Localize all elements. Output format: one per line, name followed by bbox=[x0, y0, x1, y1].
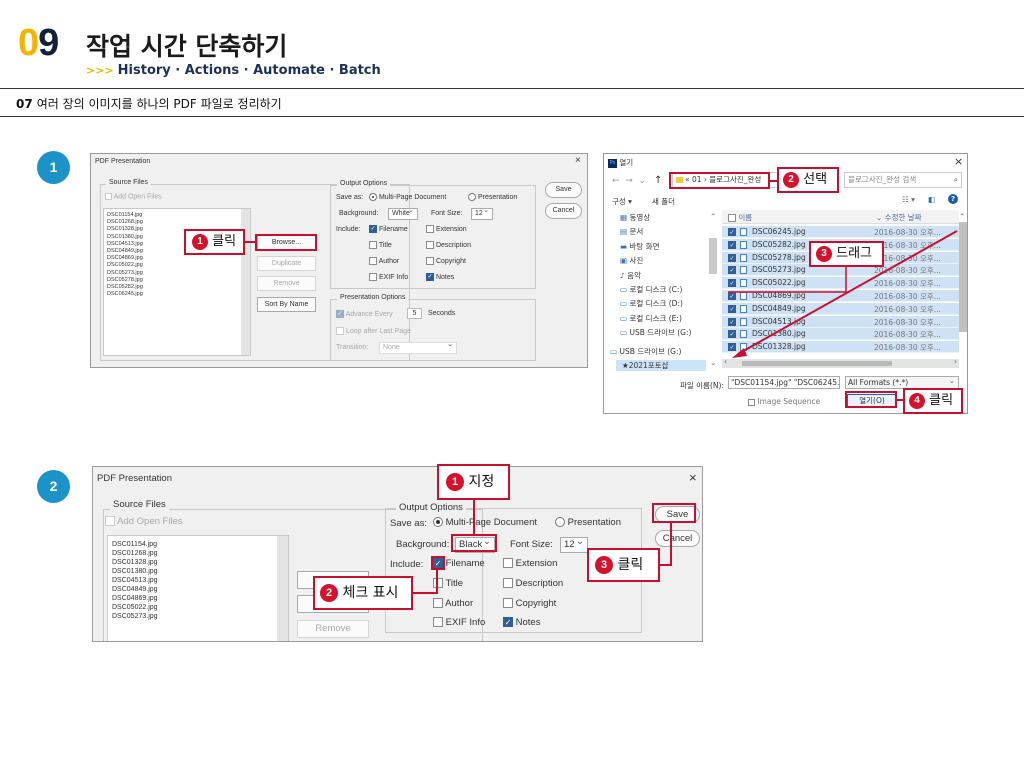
exif-checkbox[interactable]: EXIF Info bbox=[433, 617, 485, 628]
file-list-item[interactable]: DSC04869.jpg bbox=[112, 594, 284, 603]
cancel-button[interactable]: Cancel bbox=[655, 530, 700, 547]
source-file-list[interactable]: DSC01154.jpg DSC01268.jpg DSC01328.jpg DSC0… bbox=[107, 535, 289, 641]
filename-checkbox-highlight bbox=[431, 556, 445, 570]
font-size-select[interactable]: 12 bbox=[560, 535, 588, 553]
save-as-label: Save as: bbox=[390, 518, 427, 529]
source-files-label: Source Files bbox=[110, 499, 169, 510]
file-list-item[interactable]: DSC04849.jpg bbox=[112, 585, 284, 594]
description-checkbox[interactable]: Description bbox=[503, 578, 563, 589]
callout-drag-files: 3 드래그 bbox=[809, 241, 884, 267]
extension-checkbox[interactable]: Extension bbox=[503, 558, 557, 569]
file-list-item[interactable]: DSC01154.jpg bbox=[112, 540, 284, 549]
remove-button[interactable]: Remove bbox=[297, 620, 369, 638]
callout-click-open: 4 클릭 bbox=[903, 388, 963, 414]
open-button-highlight bbox=[845, 391, 897, 408]
callout-connector bbox=[670, 522, 672, 566]
close-icon[interactable]: × bbox=[689, 470, 697, 485]
background-highlight bbox=[451, 534, 497, 552]
multi-page-radio[interactable]: Multi-Page Document bbox=[433, 517, 537, 528]
font-size-label: Font Size: bbox=[510, 539, 553, 550]
file-list-item[interactable]: DSC01268.jpg bbox=[112, 549, 284, 558]
file-list-item[interactable]: DSC05022.jpg bbox=[112, 603, 284, 612]
callout-connector bbox=[412, 592, 438, 594]
list-scrollbar[interactable] bbox=[277, 536, 288, 641]
callout-click-save: 3 클릭 bbox=[587, 548, 660, 582]
notes-checkbox[interactable]: ✓ Notes bbox=[503, 617, 540, 628]
save-highlight bbox=[652, 503, 696, 523]
background-label: Background: bbox=[396, 539, 450, 550]
callout-connector bbox=[436, 569, 438, 593]
callout-connector bbox=[659, 564, 672, 566]
file-list-item[interactable]: DSC01380.jpg bbox=[112, 567, 284, 576]
file-list-item[interactable]: DSC04513.jpg bbox=[112, 576, 284, 585]
presentation-radio[interactable]: Presentation bbox=[555, 517, 621, 528]
drag-arrow bbox=[728, 230, 958, 358]
callout-connector bbox=[473, 499, 475, 535]
callout-check-filename: 2 체크 표시 bbox=[313, 576, 413, 610]
copyright-checkbox[interactable]: Copyright bbox=[503, 598, 556, 609]
callout-specify-background: 1 지정 bbox=[437, 464, 510, 500]
output-options-label: Output Options bbox=[396, 502, 466, 513]
file-list-item[interactable]: DSC05273.jpg bbox=[112, 612, 284, 621]
add-open-files-checkbox[interactable]: Add Open Files bbox=[105, 516, 183, 527]
dialog-title: PDF Presentation bbox=[97, 473, 172, 484]
include-label: Include: bbox=[390, 559, 424, 570]
author-checkbox[interactable]: Author bbox=[433, 598, 473, 609]
file-list-item[interactable]: DSC01328.jpg bbox=[112, 558, 284, 567]
